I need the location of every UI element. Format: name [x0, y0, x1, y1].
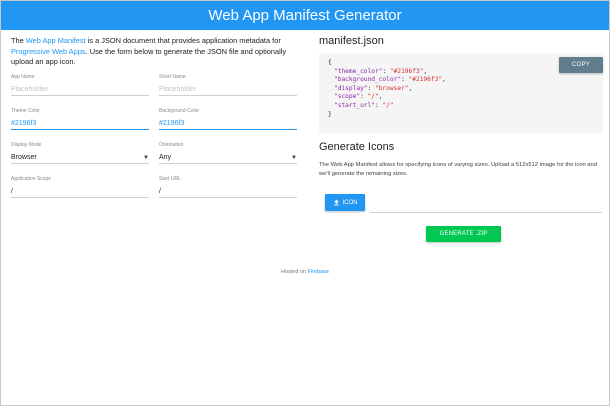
orientation-select[interactable]: Any ▼ — [159, 150, 297, 164]
short-name-label: Short Name — [159, 74, 186, 80]
manifest-line: "scope": "/", — [334, 93, 383, 101]
manifest-line: "display": "browser", — [334, 84, 413, 92]
firebase-link[interactable]: Firebase — [308, 269, 329, 275]
generate-zip-button[interactable]: GENERATE .ZIP — [426, 226, 501, 242]
dropdown-arrow-icon: ▼ — [291, 155, 297, 161]
theme-color-label: Theme Color — [11, 108, 40, 114]
manifest-line: "start_url": "/" — [334, 101, 394, 109]
theme-color-input[interactable]: #2196f3 — [11, 116, 149, 130]
theme-color-field[interactable]: Theme Color #2196f3 — [11, 108, 149, 130]
start-url-field[interactable]: Start URL / — [159, 176, 297, 198]
start-url-label: Start URL — [159, 176, 181, 182]
short-name-field[interactable]: Short Name Placeholder — [159, 74, 297, 96]
copy-button[interactable]: COPY — [559, 57, 603, 73]
footer: Hosted on Firebase — [280, 269, 329, 275]
app-name-field[interactable]: App Name Placeholder — [11, 74, 149, 96]
application-scope-input[interactable]: / — [11, 184, 149, 198]
manifest-title: manifest.json — [319, 35, 384, 47]
background-color-field[interactable]: Background Color #2196f3 — [159, 108, 297, 130]
manifest-line: "background_color": "#2196f3", — [334, 76, 446, 84]
intro-text: The Web App Manifest is a JSON document … — [11, 36, 287, 66]
display-mode-field[interactable]: Display Mode Browser ▼ — [11, 142, 149, 164]
background-color-input[interactable]: #2196f3 — [159, 116, 297, 130]
display-mode-select[interactable]: Browser ▼ — [11, 150, 149, 164]
upload-icon — [333, 199, 339, 206]
orientation-field[interactable]: Orientation Any ▼ — [159, 142, 297, 164]
app-name-label: App Name — [11, 74, 35, 80]
dropdown-arrow-icon: ▼ — [143, 155, 149, 161]
upload-icon-button[interactable]: ICON — [325, 194, 365, 211]
app-name-input[interactable]: Placeholder — [11, 82, 149, 96]
page-title: Web App Manifest Generator — [208, 7, 402, 24]
short-name-input[interactable]: Placeholder — [159, 82, 297, 96]
pwa-link[interactable]: Progressive Web Apps — [11, 47, 86, 56]
application-scope-label: Application Scope — [11, 176, 52, 182]
generate-icons-description: The Web App Manifest allows for specifyi… — [319, 162, 597, 177]
generate-icons-title: Generate Icons — [319, 141, 395, 153]
app-header: Web App Manifest Generator — [1, 1, 609, 30]
start-url-input[interactable]: / — [159, 184, 297, 198]
file-name-input[interactable] — [370, 212, 602, 213]
manifest-line: "theme_color": "#2196f3", — [334, 67, 428, 75]
application-scope-field[interactable]: Application Scope / — [11, 176, 149, 198]
web-app-manifest-link[interactable]: Web App Manifest — [26, 36, 86, 45]
background-color-label: Background Color — [159, 108, 200, 114]
orientation-label: Orientation — [159, 142, 184, 148]
display-mode-label: Display Mode — [11, 142, 42, 148]
